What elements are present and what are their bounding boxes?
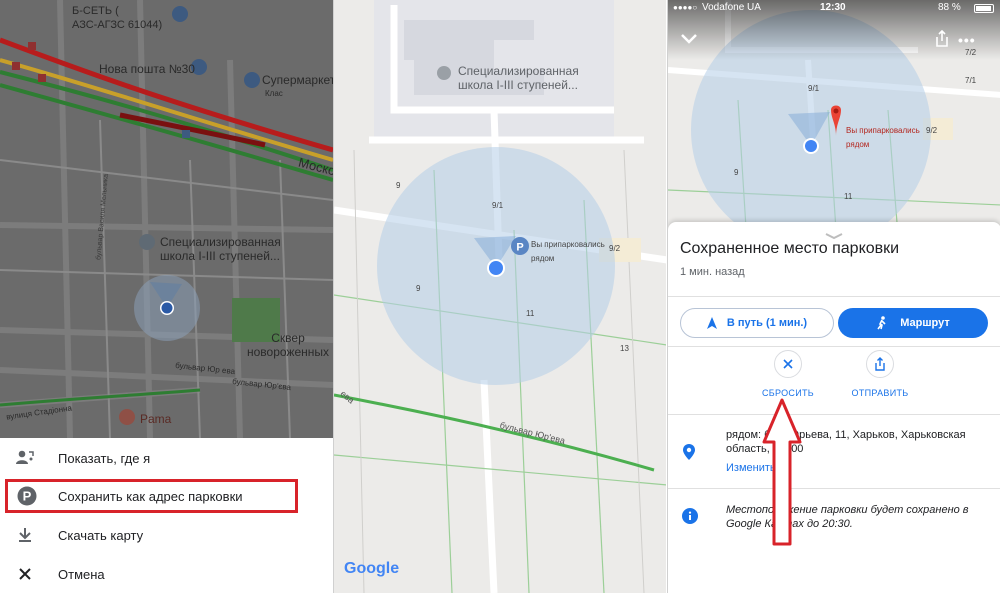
map-label-9: 9 <box>396 181 401 190</box>
menu-label-cancel: Отмена <box>58 566 105 582</box>
menu-item-download-map[interactable]: Скачать карту <box>0 516 333 554</box>
map-label-school: Специализированная школа I-III ступеней.… <box>160 235 281 263</box>
card-title: Сохраненное место парковки <box>680 240 900 257</box>
share-icon <box>866 350 894 378</box>
carrier-name: Vodafone UA <box>702 2 761 13</box>
svg-text:P: P <box>23 489 32 504</box>
route-button[interactable]: Маршрут <box>838 308 988 338</box>
map-label-supermarket-sub: Клас <box>265 89 283 98</box>
map-label-9-1: 9/1 <box>492 201 504 210</box>
panel-location-menu: Б-СЕТЬ ( АЗС-АГЗС 61044) Нова пошта №30 … <box>0 0 333 593</box>
bottom-sheet-menu: Показать, где я P Сохранить как адрес па… <box>0 438 333 593</box>
menu-item-save-parking[interactable]: P Сохранить как адрес парковки <box>5 479 298 513</box>
map-label-7-2: 7/2 <box>965 48 977 57</box>
map-label-9-2: 9/2 <box>926 126 938 135</box>
navigation-arrow-icon <box>706 317 717 329</box>
map-label-11: 11 <box>526 309 535 318</box>
panel-parked-map: P Специализированная школа I-III ступене… <box>333 0 666 593</box>
divider <box>668 488 1000 489</box>
map-label-restaurant: Pama <box>140 412 172 426</box>
close-circle-icon <box>774 350 802 378</box>
google-logo: Google <box>344 560 399 578</box>
menu-item-cancel[interactable]: Отмена <box>0 555 333 593</box>
map-label-square: Сквер новороженных <box>247 331 330 359</box>
status-time: 12:30 <box>820 2 846 13</box>
map-label-gas-station: Б-СЕТЬ ( АЗС-АГЗС 61044) <box>72 5 163 31</box>
svg-text:P: P <box>516 242 523 254</box>
info-icon <box>682 508 698 529</box>
map-label-parked: Вы припарковались рядом <box>846 126 920 149</box>
google-logo-text: Google <box>344 560 400 577</box>
map-background <box>668 0 1000 260</box>
battery-icon <box>974 4 994 13</box>
navigate-button[interactable]: В путь (1 мин.) <box>680 308 834 338</box>
map-label-9b: 9 <box>416 284 421 293</box>
location-pin-icon <box>683 444 695 465</box>
card-subtitle: 1 мин. назад <box>680 266 745 278</box>
person-location-icon <box>0 450 46 466</box>
map-label-7-1: 7/1 <box>965 76 977 85</box>
parking-card: Сохраненное место парковки 1 мин. назад … <box>668 222 1000 593</box>
panel-parking-details: ●●●●○ Vodafone UA 12:30 88 % ••• 7/2 7/1… <box>667 0 1000 593</box>
menu-label-save-parking: Сохранить как адрес парковки <box>58 488 243 504</box>
status-bar: ●●●●○ Vodafone UA 12:30 88 % <box>668 0 1000 18</box>
map-label-11: 11 <box>844 192 853 201</box>
share-action[interactable]: ОТПРАВИТЬ <box>840 350 920 398</box>
navigate-button-label: В путь (1 мин.) <box>726 317 808 329</box>
signal-icon: ●●●●○ <box>673 3 698 12</box>
reset-action[interactable]: СБРОСИТЬ <box>748 350 828 398</box>
share-top-icon[interactable] <box>934 29 950 53</box>
annotation-arrow <box>762 398 802 546</box>
map-label-school: Специализированная школа I-III ступеней.… <box>458 64 579 92</box>
status-battery: 88 % <box>938 2 961 13</box>
map-label-parked: Вы припарковались рядом <box>531 240 605 263</box>
divider <box>668 346 1000 347</box>
map-label-nova-poshta: Нова пошта №30 <box>99 62 195 76</box>
map-label-supermarket: Супермаркет <box>262 73 333 87</box>
menu-label-show-location: Показать, где я <box>58 450 151 466</box>
divider <box>668 414 1000 415</box>
divider <box>668 296 1000 297</box>
collapse-chevron-icon[interactable] <box>680 32 698 50</box>
walking-icon <box>877 316 886 330</box>
close-icon <box>0 568 46 580</box>
menu-item-show-location[interactable]: Показать, где я <box>0 439 333 477</box>
map-label-13: 13 <box>620 344 629 353</box>
menu-label-download-map: Скачать карту <box>58 527 144 543</box>
map-label-9-2: 9/2 <box>609 244 621 253</box>
reset-label: СБРОСИТЬ <box>762 388 814 398</box>
download-icon <box>0 527 46 543</box>
parking-icon: P <box>8 486 46 506</box>
route-button-label: Маршрут <box>900 317 950 329</box>
share-label: ОТПРАВИТЬ <box>851 388 909 398</box>
map-label-9-1: 9/1 <box>808 84 820 93</box>
map-label-9: 9 <box>734 168 739 177</box>
